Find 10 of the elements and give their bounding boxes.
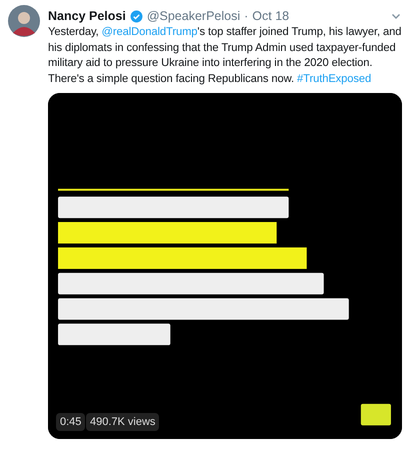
author-handle[interactable]: @SpeakerPelosi — [146, 9, 240, 23]
tweet-link[interactable]: @realDonaldTrump — [102, 26, 198, 38]
tweet-date[interactable]: Oct 18 — [252, 9, 290, 23]
view-count: 490.7K views — [86, 413, 160, 432]
avatar[interactable] — [8, 5, 40, 37]
tweet-text: Yesterday, @realDonaldTrump's top staffer joined Trump, his lawyer, and his diplomats in confessing that the Trump Admin used taxpayer-funded military aid to pressure Ukraine into interfering in the 2020 election. There's a simple question facing Republicans now. #TruthExposed — [48, 25, 402, 87]
author-name[interactable]: Nancy Pelosi — [48, 9, 126, 23]
separator: · — [244, 9, 248, 23]
tweet-link[interactable]: #TruthExposed — [297, 72, 372, 85]
video-duration: 0:45 — [56, 413, 86, 432]
